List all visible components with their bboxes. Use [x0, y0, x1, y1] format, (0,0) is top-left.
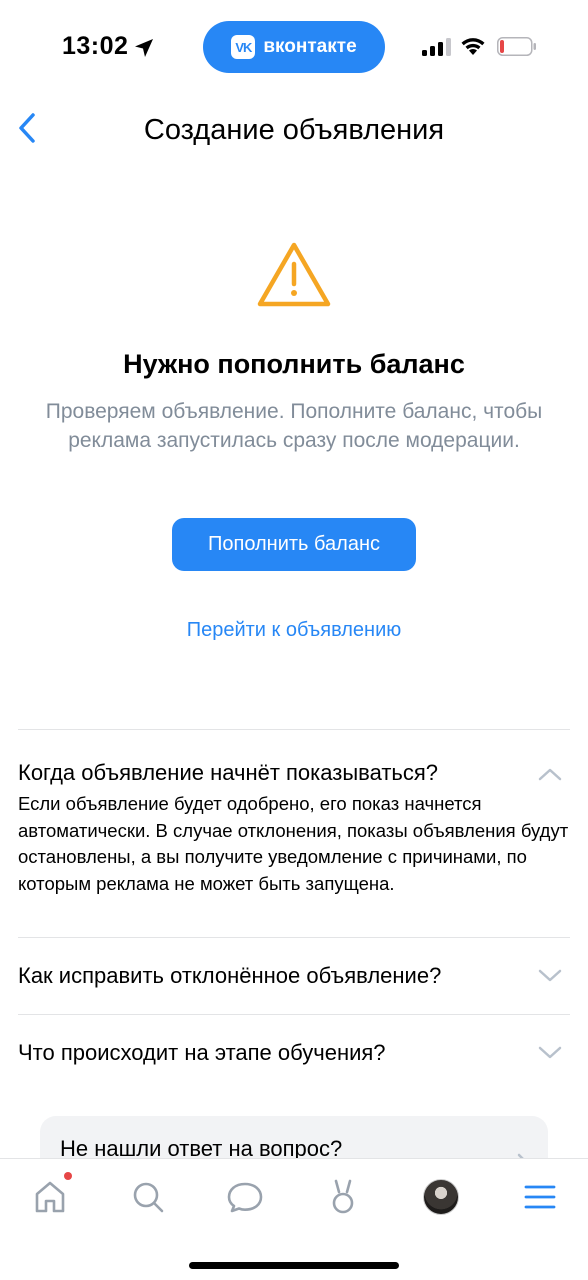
faq-item-fix-rejected[interactable]: Как исправить отклонённое объявление? [18, 961, 570, 991]
divider [18, 937, 570, 938]
tab-search[interactable] [128, 1177, 168, 1217]
tab-messages[interactable] [225, 1177, 265, 1217]
tab-menu[interactable] [520, 1177, 560, 1217]
go-to-ad-link[interactable]: Перейти к объявлению [0, 619, 588, 642]
tab-profile[interactable] [421, 1177, 461, 1217]
notice-heading: Нужно пополнить баланс [123, 349, 465, 379]
notification-dot [64, 1172, 72, 1180]
battery-icon [497, 37, 536, 56]
home-indicator [189, 1262, 399, 1269]
status-time: 13:02 [62, 32, 129, 60]
warning-icon [257, 242, 331, 307]
profile-avatar [423, 1179, 459, 1215]
tab-clips[interactable] [323, 1177, 363, 1217]
divider [18, 729, 570, 730]
chevron-down-icon[interactable] [538, 969, 562, 983]
faq-item-learning-stage[interactable]: Что происходит на этапе обучения? [18, 1038, 570, 1068]
top-up-balance-button[interactable]: Пополнить баланс [172, 518, 416, 571]
vk-app-pill[interactable]: VK вконтакте [203, 21, 385, 73]
faq-answer: Если объявление будет одобрено, его пока… [18, 793, 569, 894]
search-icon [133, 1182, 164, 1213]
notice-description: Проверяем объявление. Пополните баланс, … [45, 400, 543, 452]
status-bar: 13:02 VK вконтакте [0, 0, 588, 96]
vk-pill-label: вконтакте [263, 36, 357, 57]
chevron-down-icon[interactable] [538, 1046, 562, 1060]
home-icon [35, 1181, 65, 1213]
wifi-icon [461, 38, 485, 55]
signal-icon [422, 38, 451, 56]
messages-icon [227, 1182, 263, 1213]
faq-item-when-shown[interactable]: Когда объявление начнёт показываться? Ес… [18, 758, 570, 897]
location-arrow-icon [135, 39, 153, 57]
clips-icon [332, 1179, 354, 1214]
faq-question[interactable]: Когда объявление начнёт показываться? [18, 758, 570, 788]
chevron-up-icon[interactable] [538, 767, 562, 781]
menu-icon [524, 1185, 556, 1209]
nav-bar: Создание объявления [0, 96, 588, 166]
page-title: Создание объявления [143, 114, 445, 146]
divider [18, 1014, 570, 1015]
faq-question[interactable]: Как исправить отклонённое объявление? [18, 961, 570, 991]
faq-question[interactable]: Что происходит на этапе обучения? [18, 1038, 570, 1068]
vk-logo: VK [231, 35, 256, 59]
tab-home[interactable] [30, 1177, 70, 1217]
